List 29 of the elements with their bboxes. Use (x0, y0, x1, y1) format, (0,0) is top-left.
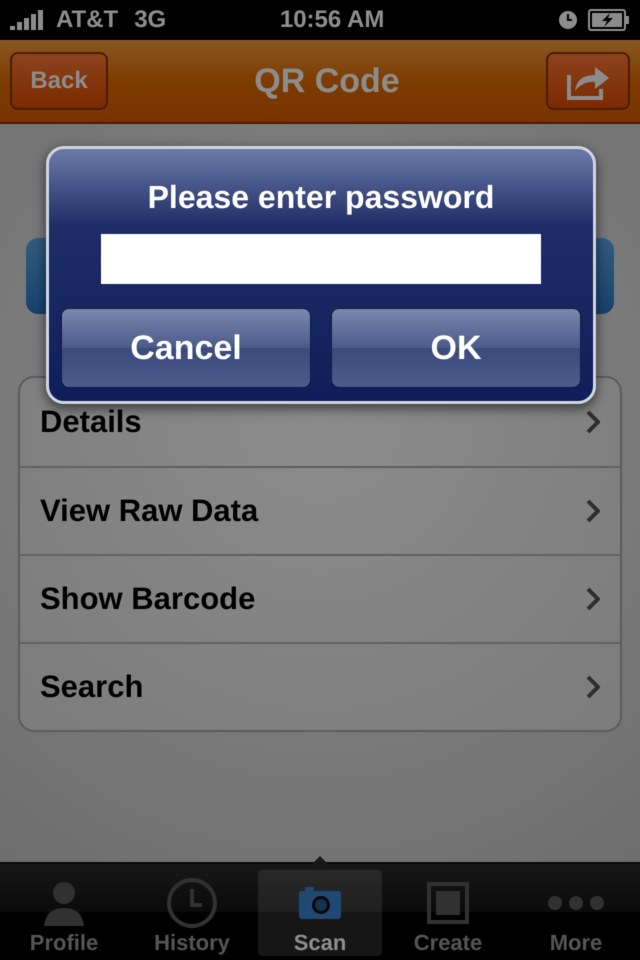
chevron-icon (586, 587, 600, 611)
clock-icon (558, 10, 578, 30)
camera-icon (299, 887, 341, 919)
password-field[interactable] (101, 234, 541, 284)
tab-pointer (310, 856, 330, 866)
chevron-icon (586, 675, 600, 699)
clock-icon (166, 877, 218, 929)
chevron-icon (586, 499, 600, 523)
dialog-title: Please enter password (148, 179, 494, 216)
tab[interactable]: History (130, 870, 254, 956)
menu-row[interactable]: Show Barcode (20, 554, 620, 642)
battery-icon (588, 9, 630, 31)
tab[interactable]: Profile (2, 870, 126, 956)
chevron-icon (586, 410, 600, 434)
dialog-button[interactable]: OK (331, 308, 581, 388)
more-icon (547, 895, 605, 911)
share-button[interactable] (546, 52, 630, 110)
signal-icon (10, 10, 46, 30)
square-icon (427, 882, 469, 924)
network-type: 3G (134, 6, 166, 34)
menu-row[interactable]: View Raw Data (20, 466, 620, 554)
menu-row[interactable]: Search (20, 642, 620, 730)
tab[interactable]: More (514, 870, 638, 956)
carrier-name: AT&T (56, 6, 118, 34)
person-icon (42, 880, 86, 926)
status-time: 10:56 AM (278, 6, 386, 34)
dialog-button[interactable]: Cancel (61, 308, 311, 388)
nav-title: QR Code (254, 62, 400, 100)
tab[interactable]: Create (386, 870, 510, 956)
